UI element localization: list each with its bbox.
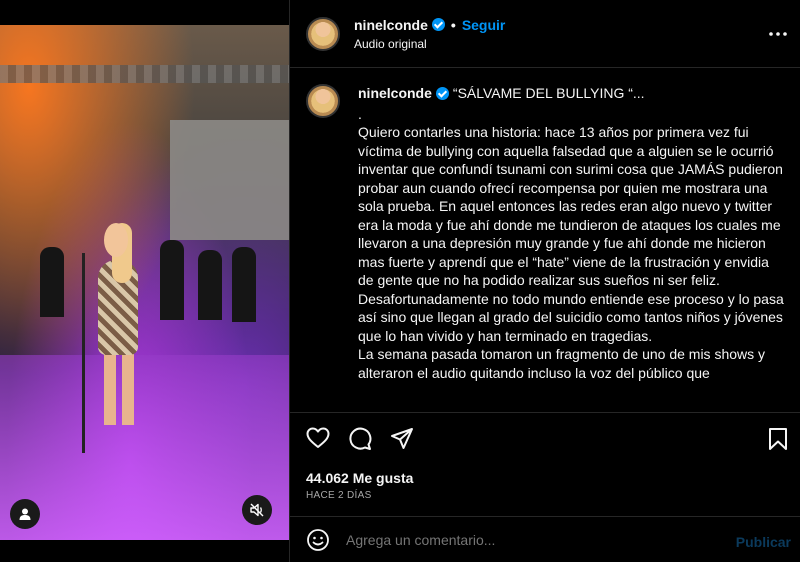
video-frame[interactable] (0, 25, 289, 540)
action-bar (290, 412, 800, 460)
caption-content: ninelconde “SÁLVAME DEL BULLYING “... . … (358, 84, 786, 408)
post-caption: ninelconde “SÁLVAME DEL BULLYING “... . … (306, 84, 786, 408)
caption-body: . Quiero contarles una historia: hace 13… (358, 105, 784, 381)
tagged-user-button[interactable] (10, 499, 40, 529)
avatar[interactable] (306, 16, 340, 51)
muted-speaker-icon (250, 503, 264, 517)
header-meta: ninelconde • Seguir Audio original (354, 17, 505, 51)
caption-avatar[interactable] (306, 84, 340, 118)
singer-head (104, 223, 128, 257)
audio-label[interactable]: Audio original (354, 37, 505, 51)
header-username[interactable]: ninelconde (354, 17, 428, 33)
band-member (160, 240, 184, 320)
stage-truss (0, 65, 289, 83)
post-header: ninelconde • Seguir Audio original (290, 0, 800, 68)
band-member (198, 250, 222, 320)
follow-button[interactable]: Seguir (462, 17, 506, 33)
band-member (232, 247, 256, 322)
caption-title: “SÁLVAME DEL BULLYING “... (452, 85, 645, 101)
publish-button[interactable]: Publicar (736, 534, 791, 550)
user-icon (19, 508, 31, 520)
comment-icon[interactable] (348, 427, 372, 451)
more-options-icon[interactable] (768, 24, 788, 44)
band-member (40, 247, 64, 317)
verified-badge-icon (435, 86, 449, 100)
mute-button[interactable] (242, 495, 272, 525)
post-timestamp[interactable]: HACE 2 DÍAS (306, 490, 372, 501)
bookmark-icon[interactable] (768, 427, 788, 451)
singer-legs (104, 350, 134, 425)
comment-bar: Publicar (290, 516, 800, 562)
separator: • (450, 16, 456, 33)
comment-input[interactable] (346, 531, 716, 548)
post-details-panel: ninelconde • Seguir Audio original ninel… (289, 0, 800, 562)
media-panel (0, 0, 289, 562)
like-count[interactable]: 44.062 Me gusta (306, 470, 413, 486)
send-icon[interactable] (390, 427, 414, 451)
mic-stand (82, 253, 85, 453)
emoji-icon[interactable] (306, 528, 330, 552)
stage-wall (170, 120, 289, 240)
verified-badge-icon (431, 18, 445, 31)
heart-icon[interactable] (306, 427, 330, 449)
caption-username[interactable]: ninelconde (358, 84, 432, 103)
